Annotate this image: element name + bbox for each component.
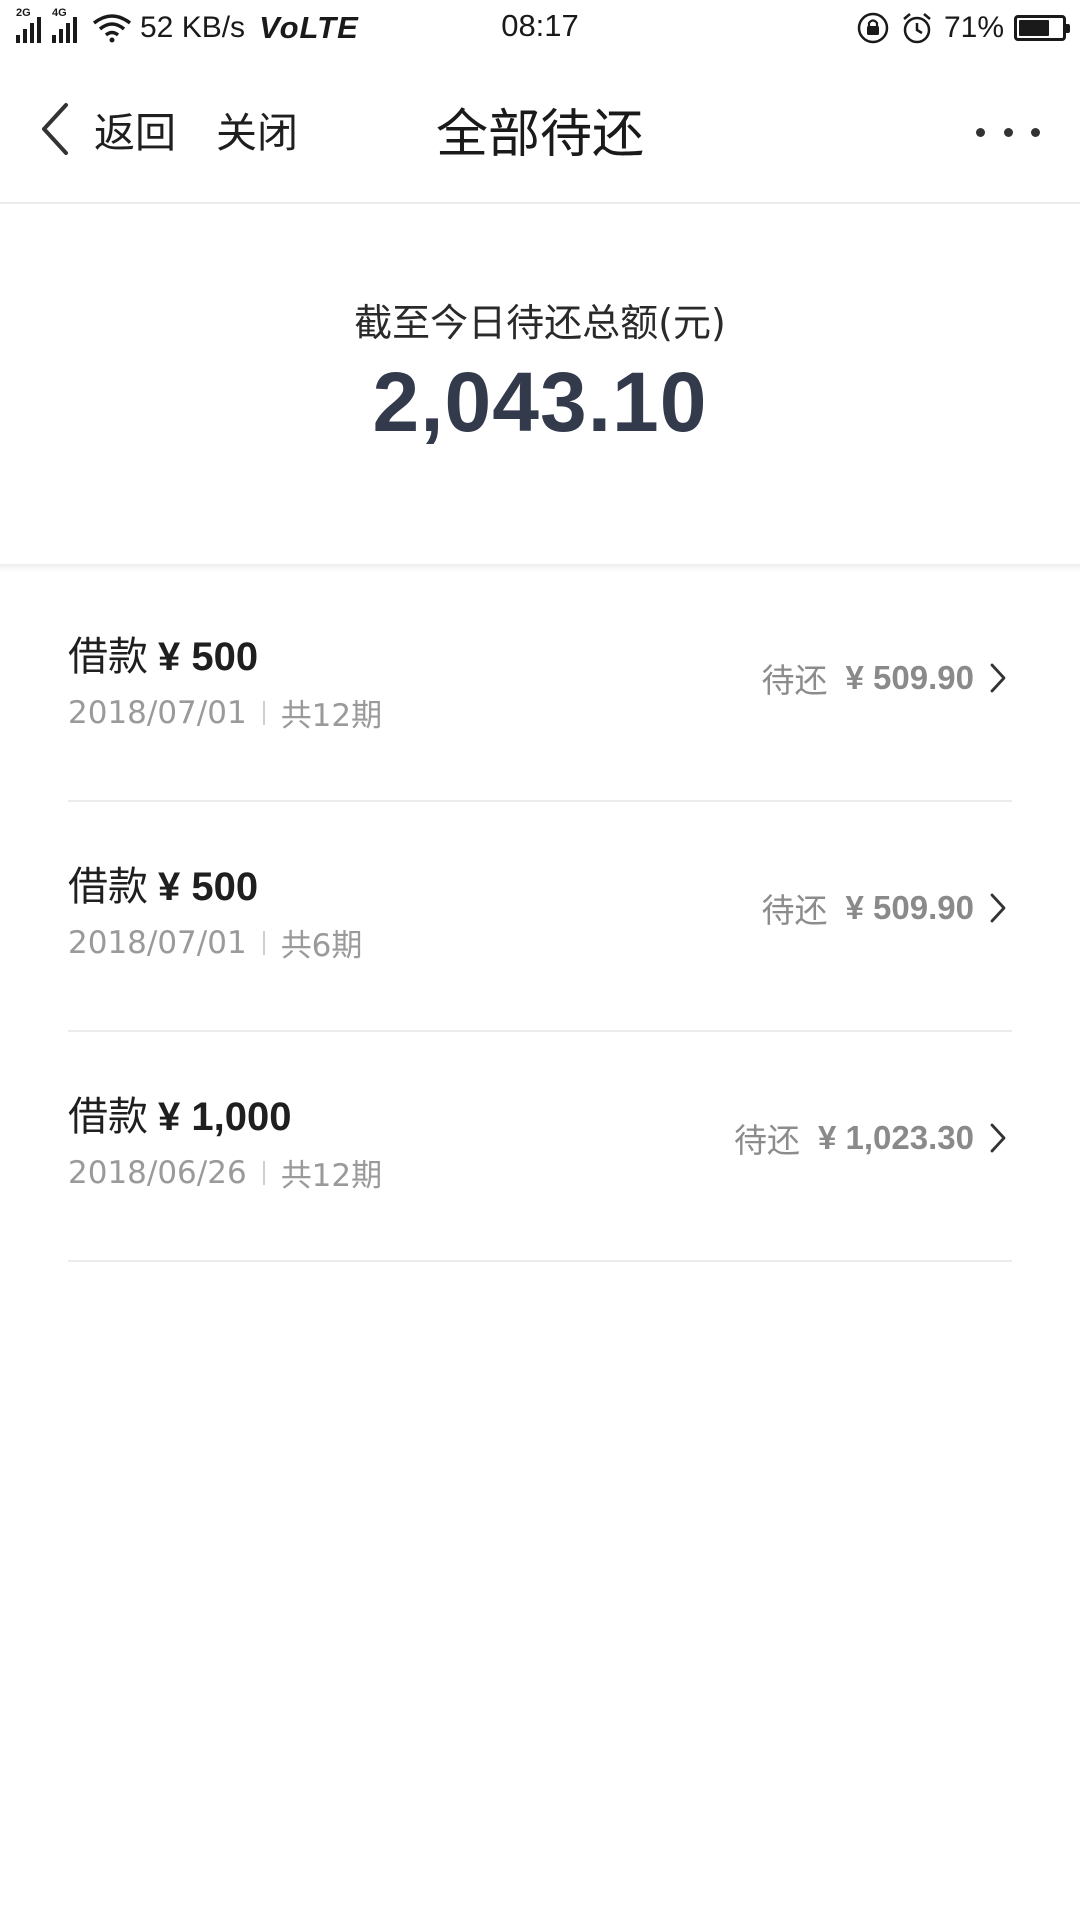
loan-list: 借款 ¥ 500 2018/07/01 共12期 待还 ¥ 509.90 借款 ¥ … (0, 572, 1080, 1262)
chevron-right-icon (990, 1123, 1006, 1153)
loan-status-text: 待还 (761, 891, 828, 930)
loan-title-label: 借款 (68, 864, 148, 910)
page: 2G 4G 52 KB/s VoLTE 08:17 71% 返回 关闭 全部待还… (0, 0, 1080, 1920)
loan-item[interactable]: 借款 ¥ 500 2018/07/01 共6期 待还 ¥ 509.90 (0, 802, 1080, 1032)
summary-label: 截至今日待还总额(元) (354, 301, 726, 345)
loan-status-text: 待还 (734, 1121, 801, 1160)
more-icon (1031, 127, 1040, 137)
loan-status: 待还 ¥ 509.90 (762, 654, 1008, 702)
loan-date: 2018/06/26 (68, 1154, 247, 1191)
back-label: 返回 (94, 109, 176, 157)
back-button[interactable]: 返回 (38, 98, 176, 160)
loan-periods: 共6期 (280, 928, 363, 964)
loan-item[interactable]: 借款 ¥ 500 2018/07/01 共12期 待还 ¥ 509.90 (0, 572, 1080, 802)
loan-amount: ¥ 500 (158, 635, 259, 679)
more-button[interactable] (976, 112, 1040, 152)
meta-separator (262, 700, 265, 725)
loan-meta: 2018/07/01 共12期 (68, 690, 382, 735)
nav-bar: 返回 关闭 全部待还 (0, 56, 1080, 204)
chevron-right-icon (990, 893, 1006, 923)
loan-periods: 共12期 (280, 698, 383, 734)
meta-separator (262, 1160, 265, 1185)
close-button[interactable]: 关闭 (216, 98, 298, 160)
battery-icon (1014, 15, 1070, 41)
status-bar: 2G 4G 52 KB/s VoLTE 08:17 71% (0, 0, 1080, 56)
summary-card: 截至今日待还总额(元) 2,043.10 (0, 204, 1080, 564)
loan-title: 借款 ¥ 1,000 (68, 1084, 291, 1142)
loan-title-label: 借款 (68, 634, 148, 680)
list-divider (68, 1260, 1012, 1262)
loan-due-amount: ¥ 1,023.30 (818, 1119, 974, 1156)
battery-fill (1019, 20, 1049, 36)
alarm-icon (903, 13, 931, 44)
status-right: 71% (856, 8, 1070, 48)
loan-item[interactable]: 借款 ¥ 1,000 2018/06/26 共12期 待还 ¥ 1,023.30 (0, 1032, 1080, 1262)
loan-title: 借款 ¥ 500 (68, 854, 258, 912)
loan-meta: 2018/07/01 共6期 (68, 920, 362, 965)
loan-title: 借款 ¥ 500 (68, 624, 258, 682)
close-label: 关闭 (216, 109, 298, 157)
loan-status: 待还 ¥ 1,023.30 (734, 1114, 1008, 1162)
loan-due-amount: ¥ 509.90 (845, 659, 974, 696)
loan-title-label: 借款 (68, 1094, 148, 1140)
more-icon (1003, 127, 1013, 137)
battery-percent: 71% (943, 11, 1004, 44)
loan-amount: ¥ 500 (158, 865, 259, 909)
loan-status: 待还 ¥ 509.90 (762, 884, 1008, 932)
loan-status-text: 待还 (761, 661, 828, 700)
meta-separator (262, 930, 265, 955)
section-divider (0, 564, 1080, 572)
loan-periods: 共12期 (280, 1158, 383, 1194)
loan-date: 2018/07/01 (68, 924, 247, 961)
loan-amount: ¥ 1,000 (158, 1095, 292, 1139)
lock-rotation-icon (857, 12, 889, 44)
loan-date: 2018/07/01 (68, 694, 247, 731)
back-chevron-icon (42, 103, 68, 155)
summary-amount: 2,043.10 (372, 355, 708, 449)
chevron-right-icon (990, 663, 1006, 693)
more-icon (976, 127, 985, 137)
loan-due-amount: ¥ 509.90 (845, 889, 974, 926)
loan-meta: 2018/06/26 共12期 (68, 1150, 382, 1195)
